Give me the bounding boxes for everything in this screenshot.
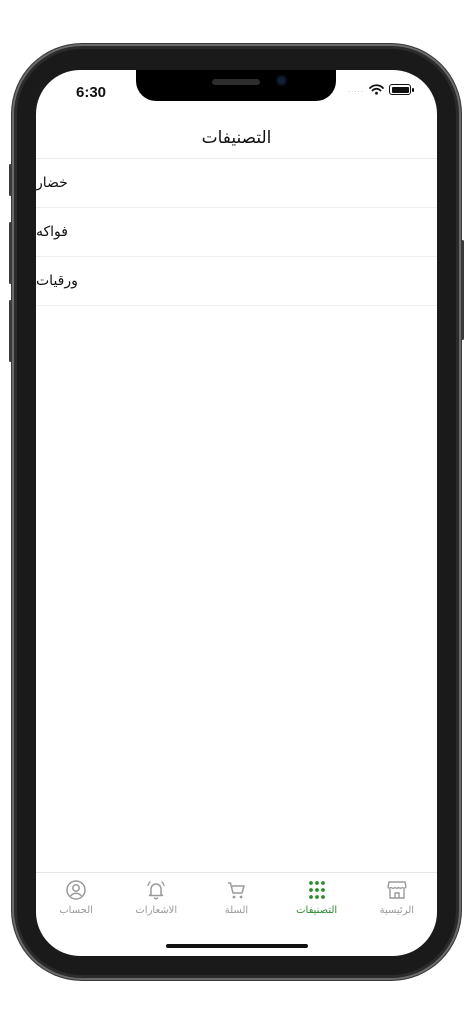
battery-icon [389, 84, 414, 95]
navigation-bar: التصنيفات [36, 118, 437, 159]
front-camera [276, 75, 287, 86]
tab-notifications[interactable]: الاشعارات [116, 879, 196, 916]
account-icon [66, 880, 86, 900]
status-indicators: ..... [347, 84, 414, 95]
category-label: ورقيات [36, 273, 78, 289]
status-time: 6:30 [76, 84, 107, 101]
tab-cart[interactable]: السلة [196, 879, 276, 916]
tab-categories[interactable]: التصنيفات [277, 879, 357, 916]
category-label: فواكه [36, 224, 68, 240]
cart-icon [228, 882, 246, 899]
tab-label: الرئيسية [379, 905, 415, 916]
page-title: التصنيفات [201, 128, 272, 148]
category-item-leafy-greens[interactable]: ورقيات [36, 257, 437, 306]
home-indicator [166, 944, 308, 948]
tab-bar: الحساب الاشعارات السلة التصنيفات الرئيسي… [36, 872, 437, 932]
notch [136, 70, 336, 101]
speaker [212, 79, 260, 85]
tab-account[interactable]: الحساب [36, 879, 116, 916]
tab-label: الحساب [59, 905, 93, 916]
mute-switch [9, 164, 12, 196]
power-button [461, 240, 464, 340]
bell-icon [147, 880, 165, 900]
signal-icon: ..... [347, 85, 364, 94]
category-list: خضار فواكه ورقيات [36, 159, 437, 306]
grid-icon [308, 881, 325, 899]
tab-label: التصنيفات [296, 905, 338, 916]
category-item-vegetables[interactable]: خضار [36, 159, 437, 208]
tab-label: السلة [224, 905, 249, 916]
app-screen: 6:30 ..... التصنيفات خضار فواكه ورقيات ا… [36, 70, 437, 956]
tab-label: الاشعارات [135, 905, 178, 916]
volume-down-button [9, 300, 12, 362]
tab-home[interactable]: الرئيسية [357, 879, 437, 916]
wifi-icon [369, 84, 384, 95]
volume-up-button [9, 222, 12, 284]
category-label: خضار [36, 175, 68, 191]
category-item-fruits[interactable]: فواكه [36, 208, 437, 257]
store-icon [387, 881, 407, 899]
